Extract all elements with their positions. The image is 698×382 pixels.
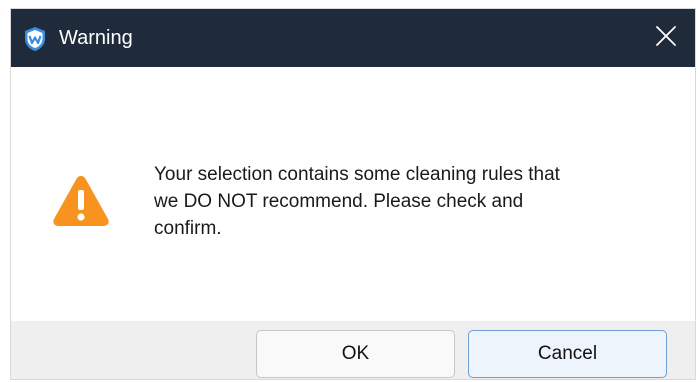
dialog-content: Your selection contains some cleaning ru… xyxy=(11,67,695,321)
cancel-button[interactable]: Cancel xyxy=(468,330,667,378)
title-bar: Warning xyxy=(11,9,695,67)
close-icon xyxy=(655,25,677,52)
shield-logo-icon xyxy=(23,26,47,52)
close-button[interactable] xyxy=(637,9,695,67)
ok-button[interactable]: OK xyxy=(256,330,455,378)
warning-message: Your selection contains some cleaning ru… xyxy=(154,164,560,239)
warning-dialog: Warning Your selection contains some cle… xyxy=(10,8,696,380)
warning-triangle-icon xyxy=(51,173,111,227)
button-bar: OK Cancel xyxy=(11,321,695,379)
window-title: Warning xyxy=(59,27,133,49)
